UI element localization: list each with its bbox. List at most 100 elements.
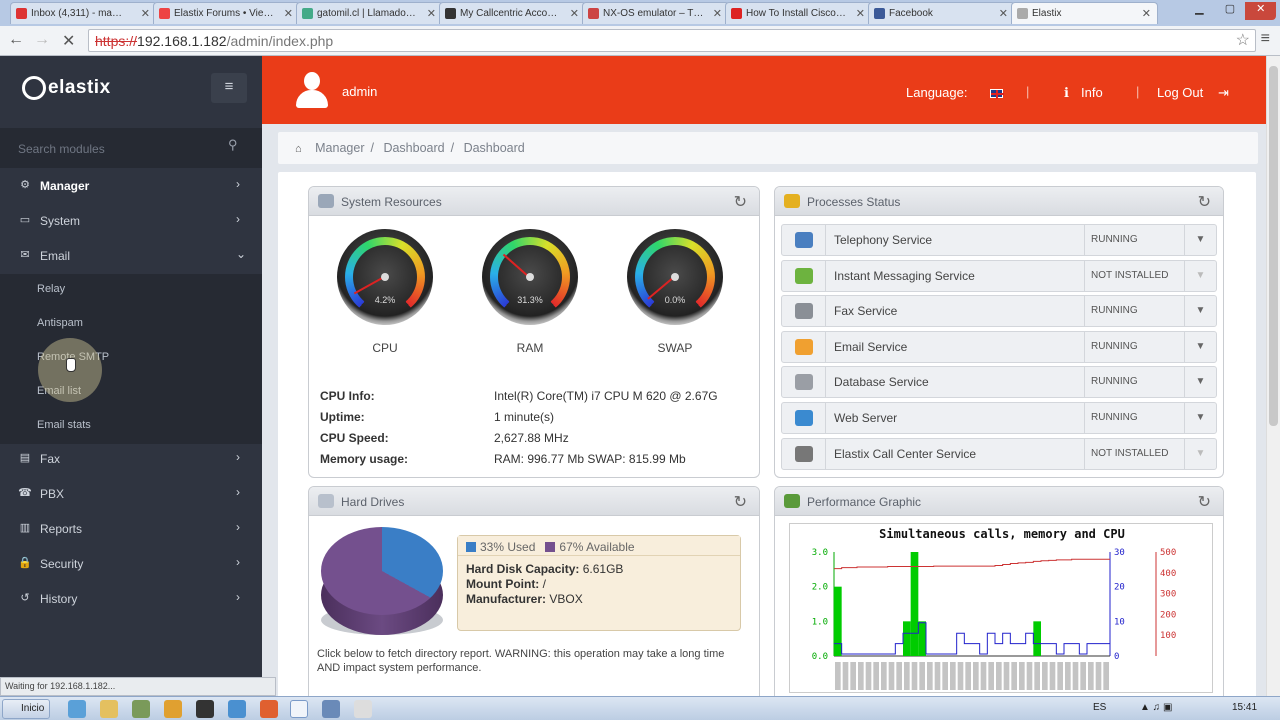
refresh-icon[interactable]: ↻ <box>734 492 747 512</box>
chevron-down-icon[interactable]: ▼ <box>1184 403 1216 433</box>
tab-label: Elastix <box>1032 8 1062 19</box>
close-tab-icon[interactable]: ✕ <box>427 7 436 20</box>
close-tab-icon[interactable]: ✕ <box>284 7 293 20</box>
x-tick-label <box>919 662 925 690</box>
back-icon[interactable]: ← <box>8 31 24 49</box>
sidebar-item-security[interactable]: 🔒 Security › <box>0 549 262 579</box>
refresh-icon[interactable]: ↻ <box>1198 492 1211 512</box>
gauge-value: 31.3% <box>517 295 543 305</box>
hamburger-menu-icon[interactable]: ≡ <box>211 73 247 103</box>
chart-icon: ▥ <box>19 522 31 534</box>
disk-legend-header: 33% Used 67% Available <box>458 536 740 556</box>
browser-menu-icon[interactable]: ≡ <box>1261 30 1270 48</box>
username[interactable]: admin <box>342 84 377 99</box>
close-tab-icon[interactable]: ✕ <box>570 7 579 20</box>
logout-link[interactable]: Log Out <box>1157 85 1203 100</box>
close-tab-icon[interactable]: ✕ <box>999 7 1008 20</box>
virtualbox-icon[interactable] <box>322 700 340 718</box>
window-icon[interactable] <box>354 700 372 718</box>
close-tab-icon[interactable]: ✕ <box>141 7 150 20</box>
process-name: Elastix Call Center Service <box>834 446 977 461</box>
start-button[interactable]: Inicio <box>2 699 50 719</box>
chevron-down-icon[interactable]: ▼ <box>1184 438 1216 469</box>
refresh-icon[interactable]: ↻ <box>734 192 747 212</box>
chevron-down-icon[interactable]: ▼ <box>1184 260 1216 291</box>
url-host: 192.168.1.182 <box>137 33 227 49</box>
tab-favicon-icon <box>302 8 313 19</box>
minimize-button[interactable]: ▁ <box>1184 2 1215 20</box>
firefox-icon[interactable] <box>260 700 278 718</box>
refresh-icon[interactable]: ↻ <box>1198 192 1211 212</box>
browser-tab[interactable]: Elastix Forums • Vie… ✕ <box>153 2 300 24</box>
avatar[interactable] <box>296 72 328 108</box>
elastix-logo[interactable]: elastix <box>22 76 111 100</box>
browser-tab[interactable]: My Callcentric Acco… ✕ <box>439 2 586 24</box>
folder-icon[interactable] <box>100 700 118 718</box>
stop-loading-icon[interactable]: ✕ <box>62 31 75 51</box>
url-input[interactable]: https://192.168.1.182/admin/index.php <box>88 29 1256 52</box>
scrollbar-thumb[interactable] <box>1269 66 1278 426</box>
browser-tab[interactable]: How To Install Cisco… ✕ <box>725 2 872 24</box>
chrome-icon[interactable] <box>228 700 246 718</box>
browser-tab-bar: Inbox (4,311) - ma… ✕ Elastix Forums • Vie… <box>0 0 1280 26</box>
search-modules-input[interactable] <box>18 139 208 159</box>
calls-bar <box>903 621 911 656</box>
windows-taskbar: Inicio ES ▲ ♫ ▣ 15:41 <box>0 696 1280 720</box>
disk-detail-value: / <box>542 577 546 591</box>
chevron-icon: ⌄ <box>236 247 247 261</box>
app-icon[interactable] <box>132 700 150 718</box>
breadcrumb-item[interactable]: Manager <box>315 141 364 155</box>
info-icon[interactable]: ℹ <box>1064 85 1069 101</box>
forward-icon[interactable]: → <box>34 31 50 49</box>
mid-tick-label: 10 <box>1114 617 1125 627</box>
home-icon[interactable]: ⌂ <box>295 143 302 155</box>
close-tab-icon[interactable]: ✕ <box>856 7 865 20</box>
page-scrollbar[interactable] <box>1266 56 1280 696</box>
chevron-down-icon[interactable]: ▼ <box>1184 225 1216 255</box>
sidebar-item-system[interactable]: ▭ System › <box>0 206 262 236</box>
address-bar: ← → ✕ https://192.168.1.182/admin/index.… <box>0 26 1280 56</box>
chevron-down-icon[interactable]: ▼ <box>1184 367 1216 398</box>
tray-icons[interactable]: ▲ ♫ ▣ <box>1140 702 1172 713</box>
language-flag-icon[interactable] <box>990 85 1004 100</box>
gauge-label: RAM <box>516 341 544 355</box>
chevron-icon: › <box>236 177 240 191</box>
terminal-icon[interactable] <box>196 700 214 718</box>
sidebar-item-email[interactable]: ✉ Email ⌄ <box>0 241 262 271</box>
close-tab-icon[interactable]: ✕ <box>713 7 722 20</box>
media-icon[interactable] <box>164 700 182 718</box>
maximize-button[interactable]: ▢ <box>1215 2 1246 20</box>
browser-tab[interactable]: gatomil.cl | Llamado… ✕ <box>296 2 443 24</box>
browser-tab[interactable]: NX-OS emulator – T… ✕ <box>582 2 729 24</box>
bookmark-star-icon[interactable]: ☆ <box>1236 30 1250 50</box>
ie-icon[interactable] <box>68 700 86 718</box>
sidebar-item-history[interactable]: ↺ History › <box>0 584 262 614</box>
chevron-down-icon[interactable]: ▼ <box>1184 296 1216 327</box>
email-subitem[interactable]: Relay <box>0 274 262 308</box>
sidebar-item-manager[interactable]: ⚙ Manager › <box>0 171 262 201</box>
browser-tab[interactable]: Facebook ✕ <box>868 2 1015 24</box>
browser-tab[interactable]: Elastix ✕ <box>1011 2 1158 24</box>
clock[interactable]: 15:41 <box>1232 702 1257 713</box>
close-tab-icon[interactable]: ✕ <box>1142 7 1151 20</box>
logout-icon[interactable]: ⇥ <box>1218 85 1229 101</box>
header-divider: | <box>1136 84 1140 99</box>
sidebar-item-pbx[interactable]: ☎ PBX › <box>0 479 262 509</box>
email-subitem[interactable]: Email stats <box>0 410 262 444</box>
gauge-label: CPU <box>372 341 398 355</box>
top-header: admin Language: | ℹ Info | Log Out ⇥ <box>262 56 1266 124</box>
info-link[interactable]: Info <box>1081 85 1103 100</box>
sidebar-item-reports[interactable]: ▥ Reports › <box>0 514 262 544</box>
chevron-down-icon[interactable]: ▼ <box>1184 331 1216 362</box>
language-indicator[interactable]: ES <box>1093 702 1106 713</box>
sidebar-item-fax[interactable]: ▤ Fax › <box>0 444 262 474</box>
disk-detail-key: Manufacturer: <box>466 592 547 606</box>
chart-icon <box>784 494 800 508</box>
breadcrumb-item[interactable]: Dashboard <box>383 141 444 155</box>
browser-tab[interactable]: Inbox (4,311) - ma… ✕ <box>10 2 157 24</box>
close-window-button[interactable]: ✕ <box>1245 2 1277 20</box>
search-icon[interactable]: ⚲ <box>228 137 238 153</box>
chrome-active-icon[interactable] <box>290 700 308 718</box>
tab-favicon-icon <box>16 8 27 19</box>
email-subitem[interactable]: Antispam <box>0 308 262 342</box>
